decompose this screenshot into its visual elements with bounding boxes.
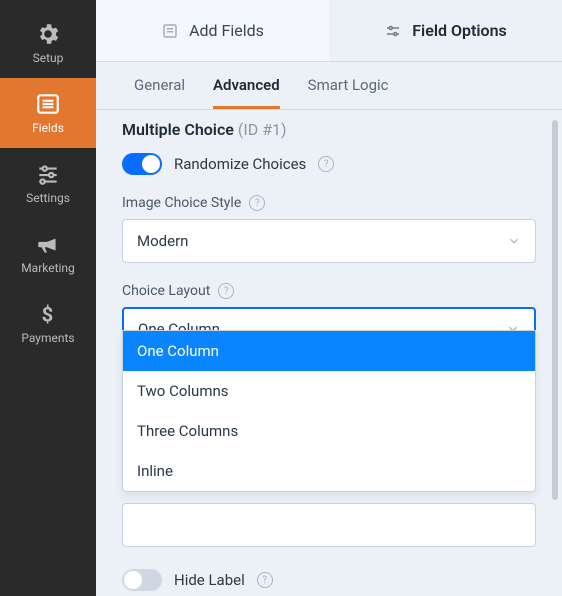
dropdown-option[interactable]: Inline — [123, 451, 535, 491]
dropdown-option[interactable]: One Column — [123, 331, 535, 371]
sidebar-label: Fields — [32, 121, 64, 135]
sidebar-label: Setup — [33, 51, 64, 65]
form-icon — [161, 22, 179, 40]
section-title: Multiple Choice (ID #1) — [122, 120, 536, 139]
randomize-label: Randomize Choices — [174, 155, 306, 173]
help-icon[interactable]: ? — [249, 195, 265, 211]
sidebar: Setup Fields Settings Marketing $ Paymen… — [0, 0, 96, 596]
hide-label-text: Hide Label — [174, 571, 245, 589]
select-value: Modern — [137, 232, 188, 250]
sidebar-item-payments[interactable]: $ Payments — [0, 288, 96, 358]
dollar-icon: $ — [35, 301, 61, 327]
tab-field-options[interactable]: Field Options — [329, 0, 562, 61]
options-icon — [384, 22, 402, 40]
gear-icon — [35, 21, 61, 47]
main-panel: Add Fields Field Options General Advance… — [96, 0, 562, 596]
sidebar-label: Marketing — [21, 261, 75, 275]
help-icon[interactable]: ? — [218, 283, 234, 299]
choice-layout-dropdown: One Column Two Columns Three Columns Inl… — [122, 330, 536, 492]
tab-label: Field Options — [412, 21, 506, 40]
sidebar-item-setup[interactable]: Setup — [0, 8, 96, 78]
scrollbar[interactable] — [552, 120, 558, 500]
hide-label-toggle[interactable] — [122, 569, 162, 591]
bullhorn-icon — [35, 231, 61, 257]
sidebar-item-fields[interactable]: Fields — [0, 78, 96, 148]
sub-tab-smart-logic[interactable]: Smart Logic — [308, 76, 389, 109]
sidebar-label: Settings — [26, 191, 70, 205]
randomize-row: Randomize Choices ? — [122, 153, 536, 175]
list-icon — [35, 91, 61, 117]
tab-add-fields[interactable]: Add Fields — [96, 0, 329, 61]
dropdown-option[interactable]: Three Columns — [123, 411, 535, 451]
sidebar-item-marketing[interactable]: Marketing — [0, 218, 96, 288]
image-style-select[interactable]: Modern — [122, 219, 536, 263]
field-id: (ID #1) — [238, 120, 287, 139]
image-style-label: Image Choice Style ? — [122, 195, 536, 211]
svg-text:$: $ — [42, 302, 54, 326]
randomize-toggle[interactable] — [122, 153, 162, 175]
help-icon[interactable]: ? — [257, 572, 273, 588]
top-tabs: Add Fields Field Options — [96, 0, 562, 62]
sub-tabs: General Advanced Smart Logic — [96, 62, 562, 110]
dropdown-option[interactable]: Two Columns — [123, 371, 535, 411]
hide-label-row: Hide Label ? — [122, 569, 536, 591]
tab-label: Add Fields — [189, 21, 264, 40]
sub-tab-advanced[interactable]: Advanced — [213, 76, 280, 109]
field-name: Multiple Choice — [122, 120, 234, 139]
help-icon[interactable]: ? — [318, 156, 334, 172]
sidebar-item-settings[interactable]: Settings — [0, 148, 96, 218]
sliders-icon — [35, 161, 61, 187]
choice-layout-label: Choice Layout ? — [122, 283, 536, 299]
sub-tab-general[interactable]: General — [134, 76, 185, 109]
chevron-down-icon — [507, 234, 521, 248]
sidebar-label: Payments — [21, 331, 74, 345]
placeholder-box — [122, 503, 536, 547]
